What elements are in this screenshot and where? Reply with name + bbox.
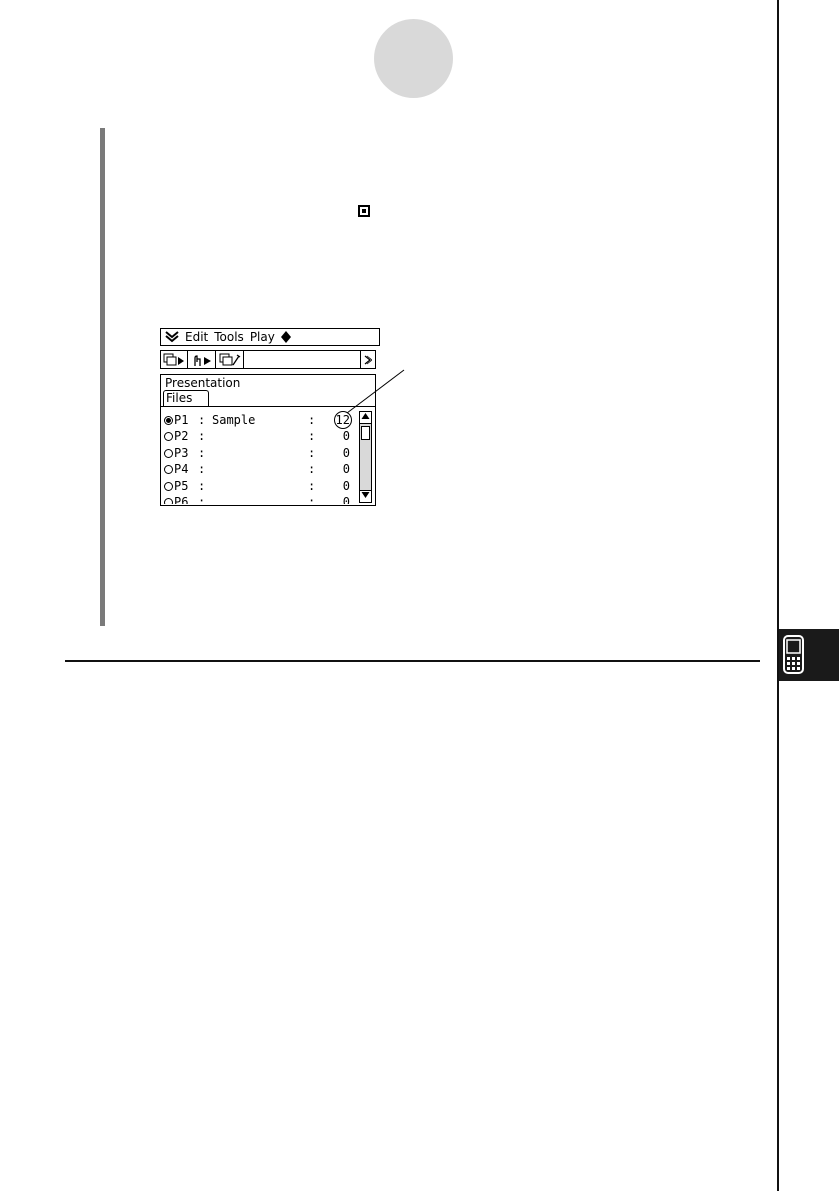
separator: : (308, 462, 316, 477)
tab-baseline (161, 406, 375, 407)
list-item[interactable]: P4:: 0 (164, 461, 354, 477)
separator: : (308, 478, 316, 493)
toolbar (160, 350, 376, 369)
menu-play[interactable]: Play (250, 329, 275, 345)
new-presentation-button[interactable] (161, 351, 188, 368)
file-id: P4 (174, 462, 189, 477)
toolbar-scroll-right[interactable] (360, 351, 375, 368)
list-item[interactable]: P5:: 0 (164, 478, 354, 494)
diamond-arrow-icon[interactable] (280, 331, 291, 343)
new-presentation-icon (163, 353, 184, 365)
triangle-down-icon (361, 492, 370, 498)
radio-icon[interactable] (164, 465, 173, 475)
file-list: P1: Sample:12 P2::0 P3::0 P4::0 P5::0 P6:… (164, 412, 354, 504)
separator: : (308, 445, 316, 460)
file-id: P3 (174, 445, 189, 460)
list-item[interactable]: P1: Sample:12 (164, 412, 354, 428)
play-button[interactable] (188, 351, 216, 368)
separator: : (198, 445, 206, 460)
separator: : (198, 462, 206, 477)
page-count: 0 (342, 495, 350, 504)
separator: : (198, 413, 206, 427)
chevron-right-icon (364, 355, 372, 364)
app-title: Presentation (165, 376, 241, 390)
separator: : (198, 429, 206, 444)
file-id: P2 (174, 429, 189, 444)
menu-bar: Edit Tools Play (160, 328, 380, 346)
list-item[interactable]: P6:: 0 (164, 494, 354, 504)
section-divider (65, 660, 760, 662)
callout-line (346, 369, 405, 414)
stop-square-icon (358, 205, 370, 217)
right-edge-rule (777, 0, 779, 1191)
vertical-scrollbar[interactable] (359, 411, 372, 503)
side-tab (779, 629, 839, 681)
scroll-up-button[interactable] (360, 412, 371, 424)
radio-icon[interactable] (164, 432, 173, 442)
separator: : (308, 429, 316, 444)
play-icon (193, 354, 211, 366)
file-name (212, 445, 308, 461)
menu-edit[interactable]: Edit (185, 329, 208, 345)
file-name (212, 478, 308, 494)
scroll-down-button[interactable] (360, 490, 371, 502)
radio-icon[interactable] (164, 481, 173, 491)
file-name (212, 461, 308, 477)
edit-presentation-button[interactable] (216, 351, 244, 368)
list-item[interactable]: P3:: 0 (164, 445, 354, 461)
separator: : (308, 413, 316, 427)
chapter-circle (374, 19, 453, 98)
page-count: 0 (342, 462, 350, 477)
file-id: P6 (174, 495, 189, 504)
menu-tools[interactable]: Tools (214, 329, 244, 345)
file-name (212, 428, 308, 444)
separator: : (308, 495, 316, 504)
edit-presentation-icon (219, 353, 240, 365)
separator: : (198, 478, 206, 493)
file-id: P1 (174, 413, 189, 427)
triangle-up-icon (361, 413, 370, 419)
double-chevron-down-icon[interactable] (165, 331, 179, 343)
tab-files[interactable]: Files (163, 390, 209, 406)
radio-selected-icon[interactable] (164, 416, 173, 425)
calculator-icon (783, 635, 804, 674)
presentation-window: Presentation Files P1: Sample:12 P2::0 P3… (160, 374, 376, 506)
radio-icon[interactable] (164, 448, 173, 458)
page-count: 0 (342, 429, 350, 444)
radio-icon[interactable] (164, 498, 173, 504)
scroll-thumb[interactable] (361, 426, 370, 440)
separator: : (198, 495, 206, 504)
file-name: Sample (212, 413, 256, 427)
page-count: 0 (342, 445, 350, 460)
file-name (212, 494, 308, 504)
page-count: 0 (342, 478, 350, 493)
page-count-highlight (334, 411, 352, 429)
left-margin-bar (100, 128, 105, 626)
list-item[interactable]: P2:: 0 (164, 428, 354, 444)
file-id: P5 (174, 478, 189, 493)
